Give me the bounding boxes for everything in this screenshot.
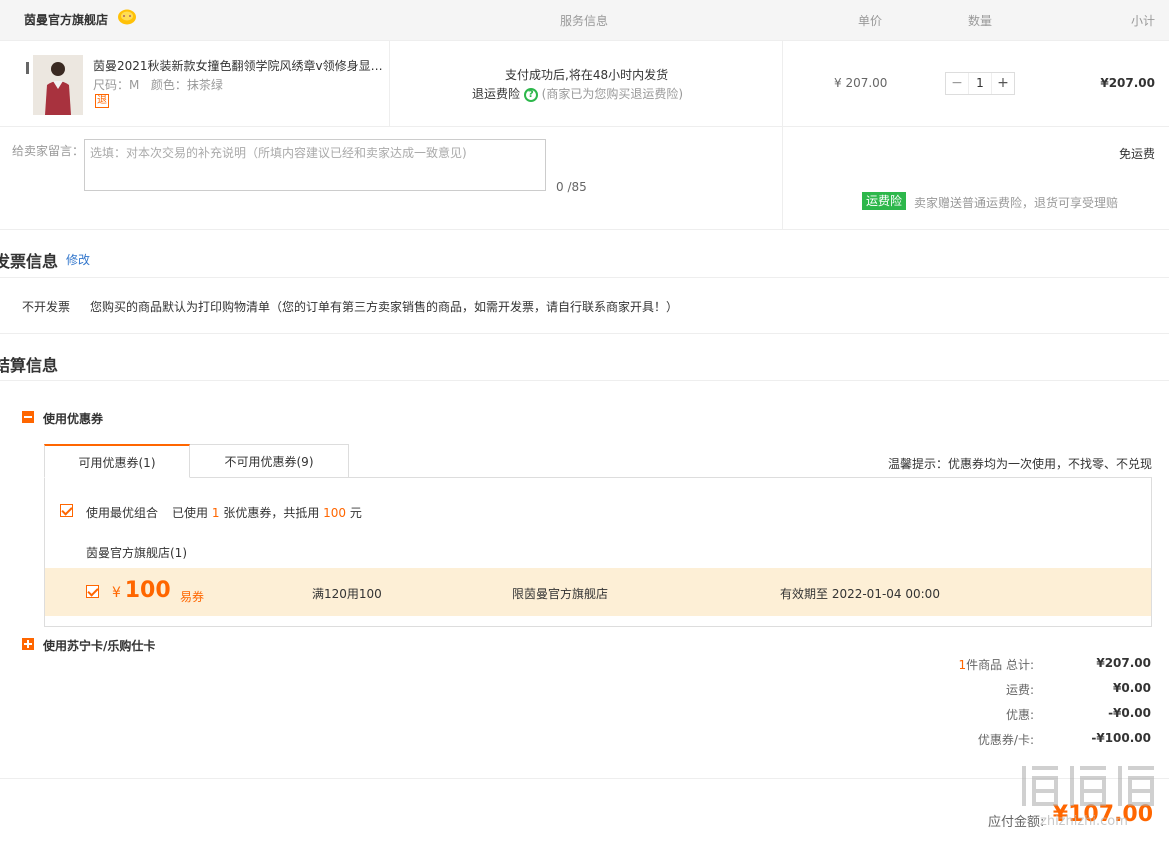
divider <box>0 40 1169 41</box>
decrease-button[interactable]: − <box>946 73 968 94</box>
message-counter: 0 /85 <box>556 180 587 194</box>
discount-value: -¥0.00 <box>1108 706 1151 720</box>
insurance-label: 退运费险 <box>472 87 521 101</box>
help-icon[interactable]: ? <box>523 87 538 102</box>
tab-unavailable-coupons[interactable]: 不可用优惠券(9) <box>189 444 349 478</box>
product-tag-mark <box>26 62 29 74</box>
use-coupon-toggle[interactable]: 使用优惠券 <box>43 410 103 427</box>
watermark-logo <box>1018 760 1162 812</box>
coupon-checkbox[interactable] <box>86 585 99 598</box>
coupon-usage-summary: 已使用 1 张优惠券，共抵用 100 元 <box>172 504 362 521</box>
size-label: 尺码： <box>93 78 130 92</box>
unit-price: ¥ 207.00 <box>834 76 888 90</box>
product-thumbnail[interactable] <box>33 55 83 115</box>
color-value: 抹茶绿 <box>186 78 223 92</box>
return-badge: 退 <box>95 94 109 108</box>
shop-name[interactable]: 茵曼官方旗舰店 <box>24 11 108 28</box>
invoice-edit-link[interactable]: 修改 <box>66 251 90 268</box>
divider <box>0 778 1169 779</box>
divider <box>0 380 1169 381</box>
invoice-note: 您购买的商品默认为打印购物清单（您的订单有第三方卖家销售的商品，如需开发票，请自… <box>90 300 679 314</box>
coupon-tip: 温馨提示：优惠券均为一次使用，不找零、不兑现 <box>887 457 1152 471</box>
tab-available-coupons[interactable]: 可用优惠券(1) <box>44 444 190 478</box>
expand-icon[interactable] <box>22 638 34 650</box>
coupon-currency: ¥ <box>112 585 121 601</box>
col-subtotal-header: 小计 <box>1131 14 1156 28</box>
collapse-icon[interactable] <box>22 411 34 423</box>
delivery-promise: 支付成功后,将在48小时内发货 <box>505 68 669 82</box>
col-qty-header: 数量 <box>968 14 993 28</box>
color-label: 颜色： <box>150 78 187 92</box>
message-label: 给卖家留言： <box>12 144 85 158</box>
col-service-header: 服务信息 <box>560 14 609 28</box>
product-spec: 尺码：M 颜色：抹茶绿 <box>93 76 223 93</box>
quantity-stepper[interactable]: − 1 + <box>945 72 1015 95</box>
wangwang-icon[interactable] <box>117 8 137 26</box>
size-value: M <box>129 78 140 92</box>
coupon-type: 易券 <box>180 590 205 604</box>
insurance-line: 退运费险 ? (商家已为您购买退运费险) <box>472 85 683 102</box>
coupon-amount: ¥ 100 <box>112 578 171 603</box>
items-label: 件商品 总计: <box>966 658 1034 672</box>
watermark-text: zhizhizhi.com <box>1040 814 1128 829</box>
shipping-value: ¥0.00 <box>1113 681 1151 695</box>
best-combo-label[interactable]: 使用最优组合 <box>86 504 158 521</box>
shipping-label: 运费: <box>1005 683 1034 697</box>
divider <box>0 277 1169 278</box>
insurance-note: (商家已为您购买退运费险) <box>541 87 684 101</box>
coupon-card-value: -¥100.00 <box>1091 731 1151 745</box>
store-group-label: 茵曼官方旗舰店(1) <box>86 546 187 560</box>
coupon-condition: 满120用100 <box>312 587 382 601</box>
divider <box>0 126 1169 127</box>
quantity-input[interactable]: 1 <box>968 73 992 94</box>
divider <box>0 229 1169 230</box>
divider <box>389 40 390 126</box>
coupon-card-label: 优惠券/卡: <box>977 733 1034 747</box>
items-total-label: 1件商品 总计: <box>959 656 1035 673</box>
items-total: ¥207.00 <box>1096 656 1151 670</box>
settlement-title: 结算信息 <box>0 356 59 375</box>
increase-button[interactable]: + <box>992 73 1014 94</box>
used-suffix: 元 <box>349 506 362 520</box>
free-shipping: 免运费 <box>1118 147 1155 161</box>
divider <box>782 40 783 230</box>
best-combo-checkbox[interactable] <box>60 504 73 517</box>
shipping-insurance-note: 卖家赠送普通运费险，退货可享受理赔 <box>914 196 1119 210</box>
shipping-insurance-tag: 运费险 <box>862 192 907 210</box>
used-count: 1 <box>211 506 220 520</box>
payable-label: 应付金额: <box>988 815 1045 830</box>
invoice-title: 发票信息 <box>0 252 59 271</box>
divider <box>0 333 1169 334</box>
coupon-scope: 限茵曼官方旗舰店 <box>512 587 609 601</box>
discount-label: 优惠: <box>1005 708 1034 722</box>
invoice-type: 不开发票 <box>22 300 71 314</box>
items-count: 1 <box>958 658 967 672</box>
use-card-toggle[interactable]: 使用苏宁卡/乐购仕卡 <box>43 637 155 654</box>
seller-message-input[interactable] <box>84 139 546 191</box>
coupon-value: 100 <box>124 578 171 603</box>
col-price-header: 单价 <box>858 14 883 28</box>
coupon-expiry: 有效期至 2022-01-04 00:00 <box>780 587 940 601</box>
product-title[interactable]: 茵曼2021秋装新款女撞色翻领学院风绣章v领修身显… <box>93 57 383 74</box>
used-amount: 100 <box>323 506 347 520</box>
item-subtotal: ¥207.00 <box>1100 76 1155 90</box>
used-prefix: 已使用 <box>172 506 209 520</box>
used-mid: 张优惠券，共抵用 <box>223 506 320 520</box>
